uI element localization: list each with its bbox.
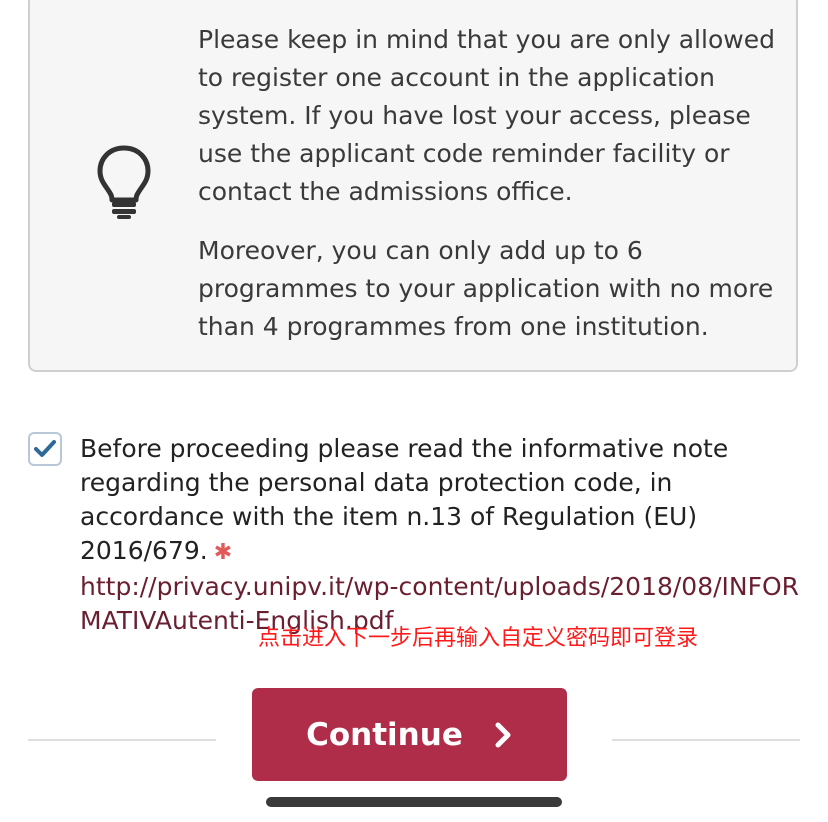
notice-paragraph-1: Please keep in mind that you are only al… [198, 25, 775, 206]
privacy-consent-label: Before proceeding please read the inform… [80, 434, 729, 565]
lightbulb-icon [97, 145, 151, 219]
notice-panel: Please keep in mind that you are only al… [28, 0, 798, 372]
checkmark-icon [34, 440, 56, 457]
privacy-consent-checkbox[interactable] [28, 432, 62, 466]
required-marker: ✱ [213, 540, 233, 565]
annotation-note: 点击进入下一步后再输入自定义密码即可登录 [258, 626, 699, 651]
divider-right [612, 739, 800, 741]
continue-label: Continue [306, 716, 463, 753]
divider-left [28, 739, 216, 741]
chevron-right-icon [495, 722, 511, 747]
home-indicator [266, 797, 562, 807]
notice-paragraph-2: Moreover, you can only add up to 6 progr… [198, 236, 774, 341]
continue-button[interactable]: Continue [252, 688, 567, 781]
notice-text: Please keep in mind that you are only al… [198, 21, 798, 346]
privacy-consent-text: Before proceeding please read the inform… [80, 432, 810, 638]
